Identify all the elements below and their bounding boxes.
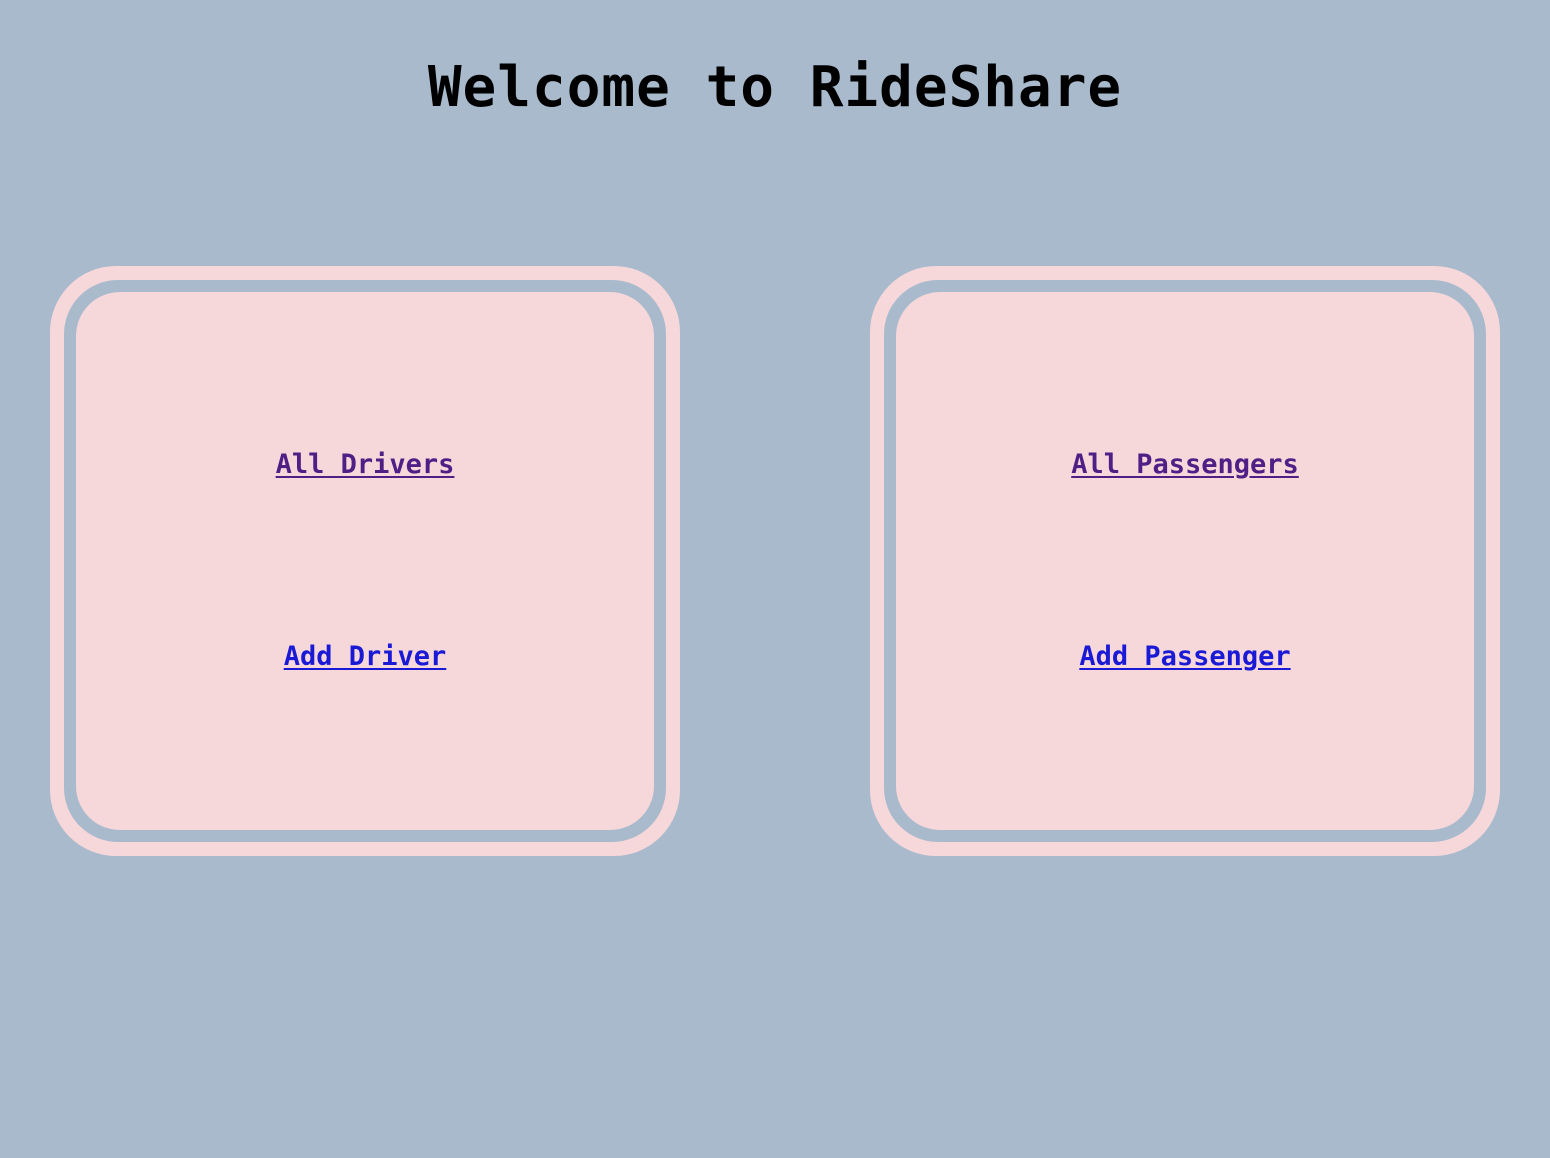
add-passenger-link[interactable]: Add Passenger bbox=[896, 640, 1474, 674]
passengers-panel: All Passengers Add Passenger bbox=[870, 266, 1500, 856]
all-drivers-link[interactable]: All Drivers bbox=[76, 448, 654, 482]
add-driver-link[interactable]: Add Driver bbox=[76, 640, 654, 674]
passengers-panel-inner: All Passengers Add Passenger bbox=[896, 292, 1474, 830]
drivers-panel-inner: All Drivers Add Driver bbox=[76, 292, 654, 830]
page-title: Welcome to RideShare bbox=[427, 55, 1123, 120]
all-passengers-link[interactable]: All Passengers bbox=[896, 448, 1474, 482]
drivers-panel-ring: All Drivers Add Driver bbox=[64, 280, 666, 842]
passengers-panel-ring: All Passengers Add Passenger bbox=[884, 280, 1486, 842]
drivers-panel: All Drivers Add Driver bbox=[50, 266, 680, 856]
